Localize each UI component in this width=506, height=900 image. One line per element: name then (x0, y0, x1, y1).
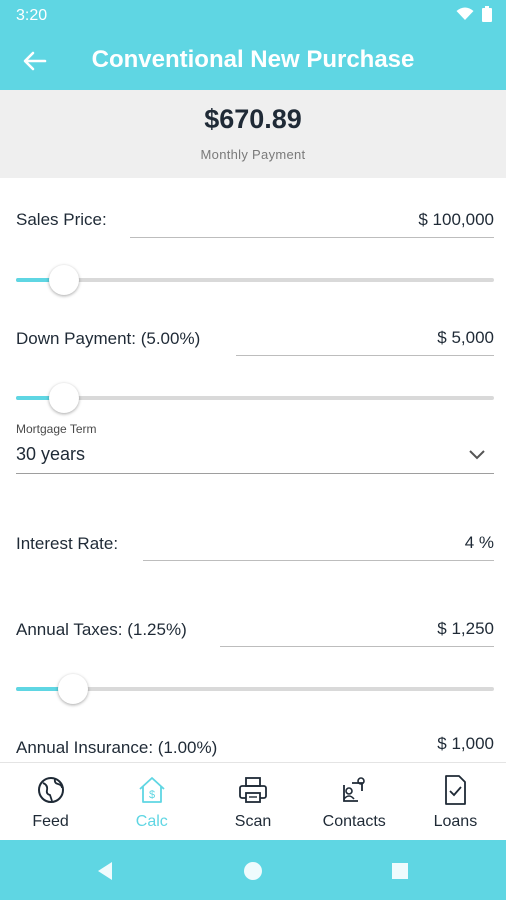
sales-price-slider[interactable] (16, 265, 494, 295)
document-check-icon (445, 775, 467, 805)
contacts-icon (343, 777, 366, 802)
annual-insurance-label: Annual Insurance: (1.00%) (16, 738, 218, 757)
interest-rate-input[interactable]: 4 % (143, 527, 494, 561)
app-bar: 3:20 Conventional New Purchase (0, 0, 506, 90)
down-payment-input[interactable]: $ 5,000 (236, 322, 494, 356)
battery-icon (482, 6, 492, 22)
slider-track (16, 278, 494, 282)
status-time: 3:20 (16, 7, 48, 24)
globe-icon (37, 777, 64, 803)
status-icons (456, 6, 492, 22)
annual-taxes-label: Annual Taxes: (1.25%) (16, 620, 187, 639)
back-triangle-icon[interactable] (94, 860, 116, 882)
svg-text:$: $ (149, 789, 155, 801)
bottom-nav: Feed $ Calc Scan Contacts Loans (0, 762, 506, 840)
nav-item-scan[interactable]: Scan (202, 763, 303, 840)
sales-price-label: Sales Price: (16, 210, 107, 229)
house-dollar-icon: $ (139, 777, 165, 803)
slider-thumb[interactable] (48, 265, 79, 295)
interest-rate-label: Interest Rate: (16, 534, 119, 553)
mortgage-term-caption: Mortgage Term (16, 422, 97, 436)
nav-item-calc[interactable]: $ Calc (101, 763, 202, 840)
chevron-down-icon (469, 450, 485, 460)
mortgage-term-select[interactable]: 30 years (16, 440, 494, 474)
system-nav-bar (0, 840, 506, 900)
nav-label-loans: Loans (433, 813, 478, 830)
payment-summary: $670.89 Monthly Payment (0, 90, 506, 178)
sales-price-input[interactable]: $ 100,000 (130, 204, 494, 238)
home-circle-icon[interactable] (242, 860, 264, 882)
nav-label-contacts: Contacts (322, 813, 386, 830)
nav-label-feed: Feed (32, 813, 69, 830)
slider-thumb[interactable] (58, 674, 89, 704)
slider-thumb[interactable] (48, 383, 79, 413)
monthly-payment-label: Monthly Payment (200, 147, 306, 162)
down-payment-slider[interactable] (16, 383, 494, 413)
annual-insurance-input[interactable]: $ 1,000 (258, 728, 494, 762)
mortgage-term-value: 30 years (16, 444, 86, 464)
nav-label-calc: Calc (135, 813, 168, 830)
annual-taxes-input[interactable]: $ 1,250 (220, 613, 494, 647)
down-payment-label: Down Payment: (5.00%) (16, 329, 201, 348)
nav-item-feed[interactable]: Feed (0, 763, 101, 840)
slider-track (16, 396, 494, 400)
recents-square-icon[interactable] (389, 860, 411, 882)
monthly-payment-amount: $670.89 (204, 104, 302, 134)
status-bar: 3:20 (0, 0, 506, 30)
nav-label-scan: Scan (234, 813, 272, 830)
nav-item-loans[interactable]: Loans (405, 763, 506, 840)
printer-icon (239, 777, 267, 803)
nav-item-contacts[interactable]: Contacts (304, 763, 405, 840)
page-title: Conventional New Purchase (91, 46, 415, 73)
annual-taxes-slider[interactable] (16, 674, 494, 704)
wifi-icon (456, 7, 474, 20)
